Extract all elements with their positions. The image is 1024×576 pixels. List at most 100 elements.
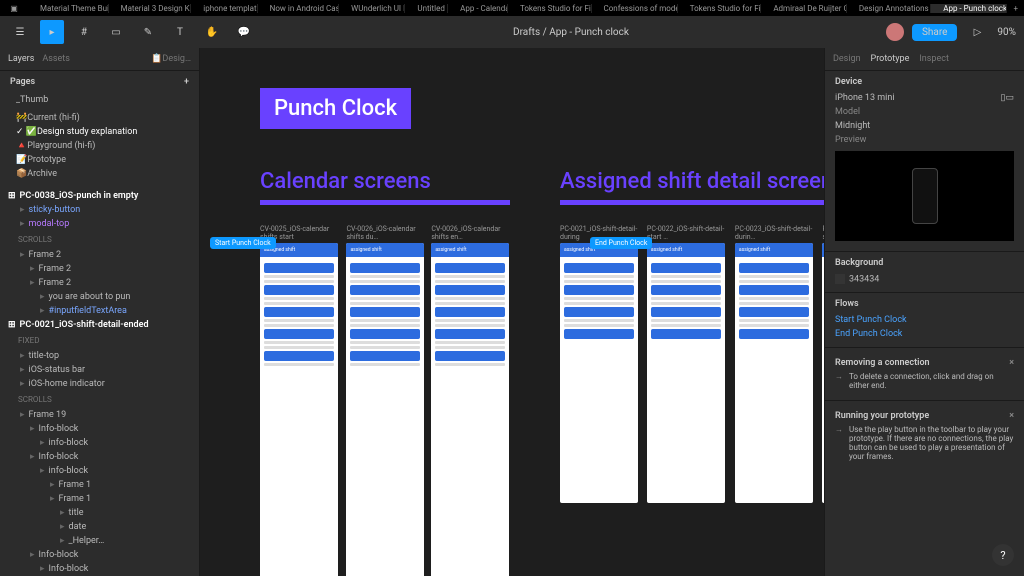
browser-tab[interactable]: App - Punch clock× bbox=[931, 4, 1007, 13]
fixed-label: FIXED bbox=[0, 332, 199, 349]
tab-assets[interactable]: Assets bbox=[42, 54, 70, 64]
layer-item[interactable]: ▸ Frame 2 bbox=[0, 248, 199, 262]
layer-item[interactable]: ▸ Frame 2 bbox=[0, 262, 199, 276]
artboard[interactable]: assigned shift bbox=[431, 243, 509, 576]
layer-item[interactable]: ▸ Info-block bbox=[0, 548, 199, 562]
layer-item[interactable]: ▸ Frame 2 bbox=[0, 276, 199, 290]
browser-tab[interactable]: Material Theme Builder bbox=[28, 4, 109, 13]
artboard-label[interactable]: CV-0026_iOS-calendar shifts du… bbox=[346, 225, 425, 241]
browser-tab[interactable]: Tokens Studio for Figma bbox=[508, 4, 592, 13]
artboard[interactable]: assigned shift bbox=[647, 243, 725, 503]
browser-tab[interactable]: Design Annotations Lib… bbox=[847, 4, 931, 13]
layer-item[interactable]: ▸ you are about to pun bbox=[0, 290, 199, 304]
page-item[interactable]: 🔺Playground (hi-fi) bbox=[0, 139, 199, 153]
page-item[interactable]: _Thumb bbox=[0, 93, 199, 107]
comment-tool-icon[interactable]: 💬 bbox=[232, 20, 256, 44]
flow-link[interactable]: End Punch Clock bbox=[835, 327, 1014, 341]
figma-home-icon[interactable]: ▣ bbox=[0, 4, 28, 13]
browser-tab[interactable]: Confessions of modern … bbox=[592, 4, 678, 13]
close-icon[interactable]: × bbox=[1009, 358, 1014, 368]
preview-label: Preview bbox=[835, 135, 866, 145]
layer-item[interactable]: ▸ Frame 19 bbox=[0, 408, 199, 422]
browser-tab[interactable]: Tokens Studio for Figma bbox=[678, 4, 762, 13]
section-heading: Assigned shift detail screens bbox=[560, 169, 824, 194]
hand-tool-icon[interactable]: ✋ bbox=[200, 20, 224, 44]
layer-item[interactable]: ▸ _Helper… bbox=[0, 534, 199, 548]
add-page-icon[interactable]: + bbox=[184, 77, 189, 87]
tab-inspect[interactable]: Inspect bbox=[919, 54, 949, 64]
tab-prototype[interactable]: Prototype bbox=[871, 54, 910, 64]
layer-item[interactable]: ▸ Info-block bbox=[0, 562, 199, 576]
page-item[interactable]: ✓ ✅Design study explanation bbox=[0, 125, 199, 139]
help-icon[interactable]: ? bbox=[992, 544, 1014, 566]
artboard[interactable]: assigned shift bbox=[260, 243, 338, 576]
browser-tab[interactable]: iphone templates bbox=[191, 4, 257, 13]
tree-frame-header[interactable]: ⊞ PC-0038_iOS-punch in empty bbox=[0, 189, 199, 203]
layer-item[interactable]: ▸ date bbox=[0, 520, 199, 534]
share-button[interactable]: Share bbox=[912, 24, 957, 41]
artboard-label[interactable]: PC-0023_iOS-shift-detail-durin… bbox=[735, 225, 817, 241]
layer-item[interactable]: ▸ sticky-button bbox=[0, 203, 199, 217]
browser-tab[interactable]: Untitled bbox=[405, 4, 448, 13]
artboard-label[interactable]: PC-0022_iOS-shift-detail-start … bbox=[647, 225, 729, 241]
browser-tab[interactable]: App - Calendar bbox=[448, 4, 508, 13]
background-label: Background bbox=[835, 258, 1014, 268]
artboard[interactable]: assigned shift bbox=[735, 243, 813, 503]
layer-item[interactable]: ▸ iOS-status bar bbox=[0, 363, 199, 377]
tab-layers[interactable]: Layers bbox=[8, 54, 34, 64]
breadcrumb[interactable]: Drafts / App - Punch clock bbox=[256, 27, 886, 38]
close-icon[interactable]: × bbox=[1009, 411, 1014, 421]
page-item[interactable]: 🚧Current (hi-fi) bbox=[0, 111, 199, 125]
avatar[interactable] bbox=[886, 23, 904, 41]
frame-tool-icon[interactable]: # bbox=[72, 20, 96, 44]
orientation-icon[interactable]: ▯▭ bbox=[1001, 93, 1014, 103]
canvas[interactable]: Punch Clock Calendar screens Start Punch… bbox=[200, 48, 824, 576]
tree-frame-header[interactable]: ⊞ PC-0021_iOS-shift-detail-ended bbox=[0, 318, 199, 332]
layer-item[interactable]: ▸ Info-block bbox=[0, 450, 199, 464]
menu-icon[interactable]: ☰ bbox=[8, 20, 32, 44]
shape-tool-icon[interactable]: ▭ bbox=[104, 20, 128, 44]
pen-tool-icon[interactable]: ✎ bbox=[136, 20, 160, 44]
zoom-level[interactable]: 90% bbox=[997, 27, 1016, 38]
left-panel: Layers Assets 📋Desig… Pages+ _Thumb🚧Curr… bbox=[0, 48, 200, 576]
device-value[interactable]: iPhone 13 mini bbox=[835, 93, 895, 103]
browser-tab[interactable]: WUnderlich UI Kit bbox=[339, 4, 405, 13]
layer-item[interactable]: ▸ #inputfieldTextArea bbox=[0, 304, 199, 318]
page-item[interactable]: 📝Prototype bbox=[0, 153, 199, 167]
layer-item[interactable]: ▸ title bbox=[0, 506, 199, 520]
flow-start-badge[interactable]: End Punch Clock bbox=[590, 237, 652, 249]
device-preview bbox=[835, 151, 1014, 241]
artboard-label[interactable]: CV-0026_iOS-calendar shifts en… bbox=[431, 225, 510, 241]
artboard[interactable]: assigned shift bbox=[560, 243, 638, 503]
layer-item[interactable]: ▸ Info-block bbox=[0, 422, 199, 436]
present-icon[interactable]: ▷ bbox=[965, 20, 989, 44]
artboard[interactable]: assigned shift bbox=[822, 243, 824, 503]
device-label: Device bbox=[835, 77, 1014, 87]
layer-item[interactable]: ▸ Frame 1 bbox=[0, 492, 199, 506]
flow-start-badge[interactable]: Start Punch Clock bbox=[210, 237, 276, 249]
flow-link[interactable]: Start Punch Clock bbox=[835, 313, 1014, 327]
new-tab-button[interactable]: + bbox=[1007, 4, 1024, 13]
background-value[interactable]: 343434 bbox=[849, 274, 879, 284]
text-tool-icon[interactable]: T bbox=[168, 20, 192, 44]
toolbar: ☰ ▸ # ▭ ✎ T ✋ 💬 Drafts / App - Punch clo… bbox=[0, 16, 1024, 48]
tab-design[interactable]: Design bbox=[833, 54, 861, 64]
tip-text: Use the play button in the toolbar to pl… bbox=[835, 421, 1014, 465]
browser-tab[interactable]: Now in Android Case St bbox=[258, 4, 339, 13]
artboard[interactable]: assigned shift bbox=[346, 243, 424, 576]
layer-item[interactable]: ▸ Frame 1 bbox=[0, 478, 199, 492]
scrolls-label: SCROLLS bbox=[0, 391, 199, 408]
layer-item[interactable]: ▸ info-block bbox=[0, 436, 199, 450]
page-item[interactable]: 📦Archive bbox=[0, 167, 199, 181]
artboard-label[interactable]: PC-0024_iOS-shift-detail-start … bbox=[822, 225, 824, 241]
browser-tab[interactable]: Admiraal De Ruijter Cou… bbox=[761, 4, 847, 13]
layer-item[interactable]: ▸ iOS-home indicator bbox=[0, 377, 199, 391]
layer-item[interactable]: ▸ modal-top bbox=[0, 217, 199, 231]
model-value[interactable]: Midnight bbox=[835, 121, 870, 131]
browser-tab[interactable]: Material 3 Design Kit EC bbox=[109, 4, 192, 13]
layer-item[interactable]: ▸ info-block bbox=[0, 464, 199, 478]
layer-item[interactable]: ▸ title-top bbox=[0, 349, 199, 363]
page-switcher[interactable]: 📋Desig… bbox=[151, 54, 191, 64]
page-title: Punch Clock bbox=[260, 88, 411, 129]
move-tool-icon[interactable]: ▸ bbox=[40, 20, 64, 44]
